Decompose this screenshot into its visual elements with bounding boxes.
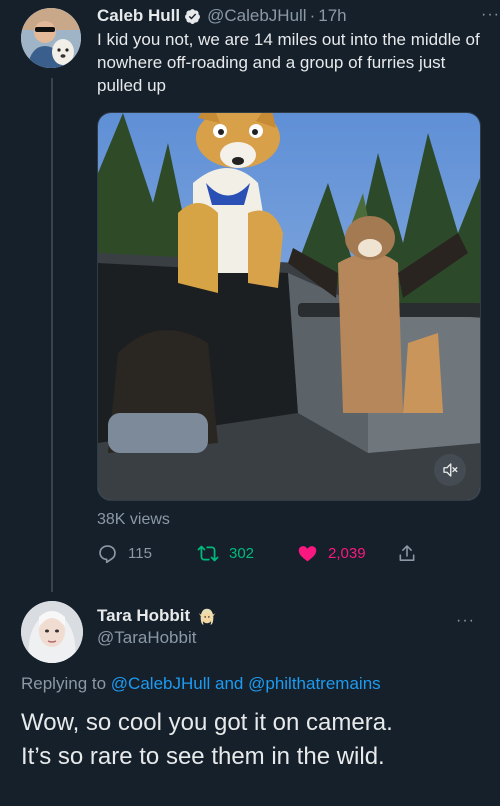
reply-text-line-1: Wow, so cool you got it on camera. (21, 709, 393, 736)
reply-count: 115 (128, 544, 152, 562)
avatar-caleb-hull[interactable] (21, 8, 81, 68)
tweet-body: Caleb Hull @CalebJHull · 17h ··· I kid y… (97, 6, 499, 97)
reply-button[interactable]: 115 (97, 540, 152, 566)
avatar-tara-hobbit[interactable] (21, 601, 83, 663)
mention-and[interactable]: and (215, 674, 243, 693)
mention-caleb[interactable]: @CalebJHull (111, 674, 210, 693)
retweet-button[interactable]: 302 (197, 540, 254, 566)
speaker-muted-icon (443, 463, 458, 477)
verified-badge-icon (185, 8, 201, 24)
like-button[interactable]: 2,039 (297, 540, 366, 566)
tweet-time[interactable]: 17h (318, 6, 346, 26)
view-count: 38K views (97, 511, 170, 528)
heart-icon (298, 545, 317, 561)
tweet-header: Caleb Hull @CalebJHull · 17h (97, 6, 487, 26)
retweet-icon (197, 545, 219, 561)
reply-author-handle[interactable]: @TaraHobbit (97, 628, 477, 648)
reply-text: Wow, so cool you got it on camera. It’s … (21, 706, 481, 774)
reply-author-name[interactable]: Tara Hobbit (97, 606, 190, 626)
more-options-icon[interactable]: ··· (481, 6, 500, 24)
share-icon (399, 544, 415, 561)
author-name[interactable]: Caleb Hull (97, 6, 180, 26)
tweet-actions-bar: 115 302 2,039 (97, 540, 427, 566)
reply-more-options-icon[interactable]: ··· (456, 612, 475, 630)
replying-prefix: Replying to (21, 674, 107, 693)
like-count: 2,039 (328, 544, 366, 562)
thread-connector-line (51, 78, 53, 592)
mention-philthatremains[interactable]: @philthatremains (248, 674, 381, 693)
retweet-count: 302 (229, 544, 255, 562)
tweet-video[interactable] (97, 112, 481, 501)
share-button[interactable] (397, 540, 417, 566)
tweet-text: I kid you not, we are 14 miles out into … (97, 30, 480, 95)
reply-header: Tara Hobbit @TaraHobbit (97, 606, 477, 648)
author-handle[interactable]: @CalebJHull (207, 6, 306, 26)
reply-text-line-2: It’s so rare to see them in the wild. (21, 743, 385, 770)
video-frame-image (98, 113, 480, 500)
time-separator: · (309, 6, 316, 25)
mute-toggle-button[interactable] (434, 454, 466, 486)
replying-to-line: Replying to @CalebJHull and @philthatrem… (21, 674, 381, 694)
elf-emoji-icon (199, 608, 216, 626)
reply-icon (99, 544, 116, 563)
